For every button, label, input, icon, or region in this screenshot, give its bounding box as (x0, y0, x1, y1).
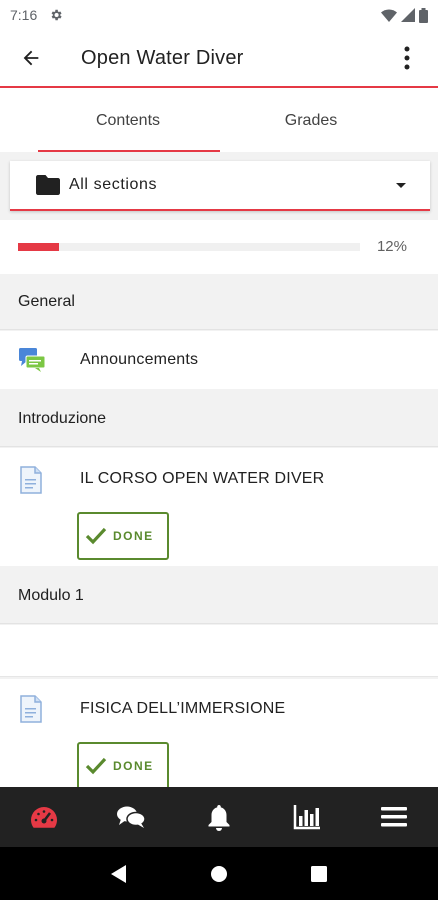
module-row-announcements[interactable]: Announcements (0, 331, 438, 389)
progress-bar-fill (18, 243, 59, 251)
progress-percentage: 12% (376, 238, 407, 255)
section-header-modulo-1: Modulo 1 (0, 568, 438, 624)
page-title: Open Water Diver (81, 46, 244, 69)
module-name: Announcements (80, 351, 199, 368)
nav-grades[interactable] (263, 787, 351, 847)
status-bar: 7:16 (0, 0, 438, 30)
app-bar: Open Water Diver (0, 30, 438, 88)
check-icon (85, 757, 107, 775)
completion-done-button[interactable]: DONE (77, 512, 169, 560)
wifi-icon (381, 9, 397, 22)
completion-label: DONE (113, 529, 154, 543)
completion-label: DONE (113, 759, 154, 773)
more-vertical-icon (404, 46, 410, 70)
notifications-bell-icon (208, 805, 230, 831)
settings-gear-icon (51, 9, 62, 21)
dropdown-arrow-icon (396, 182, 406, 188)
messages-icon (117, 806, 147, 828)
arrow-back-icon (23, 50, 39, 66)
completion-done-button[interactable]: DONE (77, 742, 169, 790)
check-icon (85, 527, 107, 545)
section-selector[interactable]: All sections (10, 161, 430, 211)
folder-icon (36, 175, 60, 195)
page-icon (20, 466, 42, 494)
battery-icon (419, 7, 428, 23)
page-icon (20, 695, 42, 723)
signal-icon (401, 8, 415, 22)
section-header-introduzione: Introduzione (0, 391, 438, 447)
back-button[interactable] (0, 29, 62, 87)
section-summary (0, 625, 438, 677)
system-navigation-bar (0, 847, 438, 900)
nav-notifications[interactable] (175, 787, 263, 847)
nav-messages[interactable] (88, 787, 176, 847)
overflow-menu-button[interactable] (376, 29, 438, 87)
menu-hamburger-icon (381, 807, 408, 827)
module-row-fisica[interactable]: FISICA DELL’IMMERSIONE DONE (0, 679, 438, 790)
dashboard-icon (30, 807, 57, 828)
system-back-icon[interactable] (111, 864, 127, 883)
course-progress: 12% (0, 220, 438, 274)
section-selector-label: All sections (69, 176, 158, 193)
nav-dashboard[interactable] (0, 787, 88, 847)
status-time: 7:16 (10, 7, 38, 23)
tab-grades[interactable]: Grades (220, 90, 402, 152)
tab-bar: Contents Grades (0, 90, 438, 152)
forum-icon (19, 348, 46, 372)
grades-chart-icon (293, 805, 320, 830)
module-name: IL CORSO OPEN WATER DIVER (80, 470, 325, 487)
section-header-general: General (0, 274, 438, 330)
system-home-icon[interactable] (210, 865, 228, 883)
module-name: FISICA DELL’IMMERSIONE (80, 700, 286, 717)
module-row-il-corso[interactable]: IL CORSO OPEN WATER DIVER DONE (0, 448, 438, 566)
system-recents-icon[interactable] (310, 865, 327, 882)
progress-bar (18, 243, 360, 251)
nav-menu[interactable] (350, 787, 438, 847)
bottom-navigation (0, 787, 438, 847)
tab-contents[interactable]: Contents (0, 90, 220, 152)
